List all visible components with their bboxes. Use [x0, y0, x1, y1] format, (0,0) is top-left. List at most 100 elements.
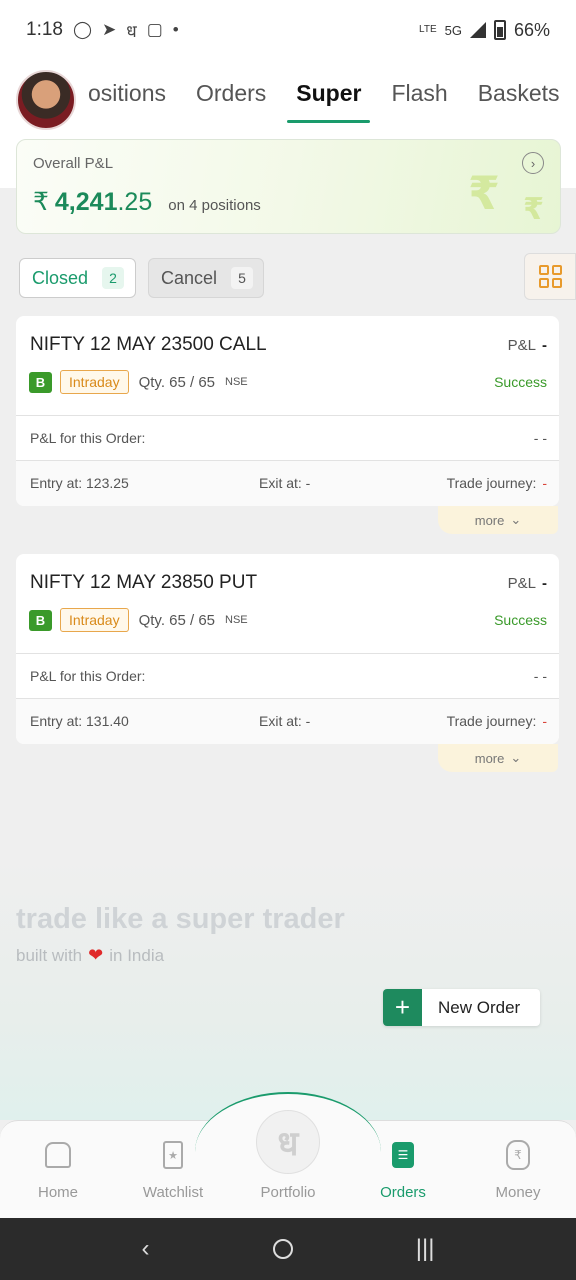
overall-pl-card[interactable]: Overall P&L › ₹ 4,241.25 on 4 positions … [16, 139, 561, 234]
status-time: 1:18 [26, 19, 63, 40]
filter-cancel-label: Cancel [161, 267, 218, 288]
nav-watchlist[interactable]: ★ Watchlist [123, 1138, 223, 1201]
order-card[interactable]: NIFTY 12 MAY 23500 CALL P&L - B Intraday … [16, 316, 559, 506]
recents-icon[interactable]: ||| [416, 1235, 435, 1263]
order-exchange: NSE [225, 376, 248, 388]
filter-closed[interactable]: Closed 2 [19, 258, 136, 298]
trade-journey-label: Trade journey: [446, 713, 537, 729]
more-button[interactable]: more ⌄ [438, 506, 558, 534]
order-pl-row-value: - - [533, 430, 547, 446]
order-pl-row-label: P&L for this Order: [30, 668, 146, 684]
order-card[interactable]: NIFTY 12 MAY 23850 PUT P&L - B Intraday Q… [16, 554, 559, 744]
moneybag-icon: ₹ [506, 1140, 530, 1170]
nav-portfolio-label: Portfolio [260, 1184, 316, 1201]
built-with-suffix: in India [109, 945, 165, 965]
more-label: more [474, 512, 505, 528]
home-circle-icon[interactable] [272, 1239, 293, 1259]
order-qty: Qty. 65 / 65 [138, 373, 216, 391]
status-bar: 1:18 ◯ ➤ ध ▢ • LTE 5G 66% [0, 0, 576, 60]
copy-icon: ▢ [146, 20, 163, 39]
nav-money[interactable]: ₹ Money [468, 1138, 568, 1201]
chevron-down-icon: ⌄ [510, 750, 522, 765]
overall-pl-amount: ₹ 4,241.25 on 4 positions [33, 187, 261, 217]
order-instrument: NIFTY 12 MAY 23850 PUT [30, 572, 258, 593]
order-instrument: NIFTY 12 MAY 23500 CALL [30, 334, 267, 355]
order-exchange: NSE [225, 614, 248, 626]
pl-amount-integer: 4,241 [54, 188, 118, 216]
tab-flash[interactable]: Flash [376, 80, 462, 107]
rupee-decoration-icon: ₹ [467, 167, 500, 219]
lte-indicator: LTE [419, 24, 437, 35]
pl-amount-decimal: .25 [117, 188, 153, 216]
order-pl-row-value: - - [533, 668, 547, 684]
tab-bar: ositions Orders Super Flash Baskets [88, 80, 575, 123]
app-notification-icon: ध [126, 21, 137, 41]
order-pl: P&L - [508, 575, 547, 592]
grid-icon-cell [551, 265, 562, 275]
filter-cancel[interactable]: Cancel 5 [148, 258, 264, 298]
order-status: Success [494, 374, 547, 390]
chevron-down-icon: ⌄ [510, 512, 522, 527]
grid-view-button[interactable] [524, 253, 576, 300]
grid-icon-cell [538, 278, 549, 288]
nav-orders[interactable]: ☰ Orders [353, 1138, 453, 1201]
battery-level: 66% [513, 19, 550, 40]
nav-home[interactable]: Home [8, 1138, 108, 1201]
built-with-prefix: built with [16, 945, 83, 965]
product-badge: Intraday [60, 370, 129, 394]
product-badge: Intraday [60, 608, 129, 632]
signal-icon [469, 22, 486, 38]
tab-baskets[interactable]: Baskets [463, 80, 575, 107]
telegram-icon: ➤ [102, 20, 117, 39]
order-pl-value: - [542, 575, 547, 592]
nav-portfolio[interactable]: Portfolio [238, 1138, 338, 1201]
overall-pl-label: Overall P&L [33, 155, 114, 172]
currency-symbol: ₹ [33, 188, 49, 216]
more-button[interactable]: more ⌄ [438, 744, 558, 772]
buy-badge: B [29, 371, 52, 393]
trade-journey-value: - [542, 713, 547, 729]
orders-icon: ☰ [392, 1142, 414, 1168]
order-exit: Exit at: - [259, 475, 311, 491]
filter-closed-count: 2 [102, 267, 125, 289]
trade-journey[interactable]: Trade journey: - [447, 475, 547, 491]
order-exit: Exit at: - [259, 713, 311, 729]
new-order-button[interactable]: + New Order [383, 989, 540, 1026]
battery-icon [493, 20, 506, 40]
rupee-decoration-small-icon: ₹ [523, 193, 544, 226]
order-pl-value: - [542, 337, 547, 354]
dot-icon: • [172, 20, 179, 39]
system-nav-bar: ‹ ||| [0, 1218, 576, 1280]
trade-journey[interactable]: Trade journey: - [447, 713, 547, 729]
nav-money-label: Money [495, 1184, 541, 1201]
whatsapp-icon: ◯ [72, 20, 93, 39]
buy-badge: B [29, 609, 52, 631]
filter-cancel-count: 5 [231, 267, 254, 289]
home-icon [45, 1142, 71, 1168]
back-icon[interactable]: ‹ [142, 1235, 150, 1263]
order-entry: Entry at: 131.40 [30, 713, 129, 729]
order-pl-row-label: P&L for this Order: [30, 430, 146, 446]
heart-icon: ❤ [88, 945, 104, 965]
grid-icon-cell [551, 278, 562, 288]
built-with-text: built with ❤ in India [16, 945, 164, 966]
order-pl-label: P&L [507, 575, 536, 592]
chevron-right-icon[interactable]: › [522, 152, 544, 174]
order-entry: Entry at: 123.25 [30, 475, 129, 491]
nav-watchlist-label: Watchlist [142, 1184, 204, 1201]
order-qty: Qty. 65 / 65 [138, 611, 216, 629]
grid-icon [538, 265, 549, 275]
tab-positions[interactable]: ositions [88, 80, 181, 107]
tab-orders[interactable]: Orders [181, 80, 281, 107]
tagline: trade like a super trader [16, 903, 345, 935]
nav-orders-label: Orders [380, 1184, 426, 1201]
positions-count: on 4 positions [168, 197, 261, 214]
order-pl-label: P&L [507, 337, 536, 354]
nav-home-label: Home [37, 1184, 78, 1201]
network-indicator: 5G [444, 22, 462, 38]
order-pl: P&L - [508, 337, 547, 354]
avatar[interactable] [16, 70, 76, 130]
filter-closed-label: Closed [32, 267, 89, 288]
tab-super[interactable]: Super [281, 80, 376, 123]
more-label: more [474, 750, 505, 766]
